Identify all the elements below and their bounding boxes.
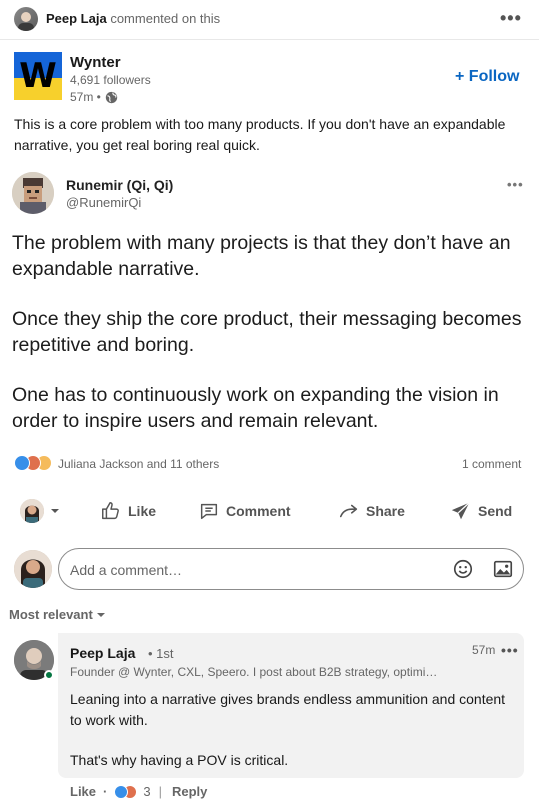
comment-placeholder: Add a comment… — [70, 562, 183, 578]
tweet-paragraph: The problem with many projects is that t… — [12, 232, 511, 280]
globe-icon — [105, 91, 118, 103]
company-name[interactable]: Wynter — [70, 54, 121, 71]
share-button[interactable]: Share — [338, 492, 405, 530]
reaction-identity-selector[interactable] — [20, 492, 66, 530]
thumbs-up-icon — [102, 502, 119, 520]
comment-count[interactable]: 1 comment — [462, 457, 521, 471]
logo-letter: W — [19, 56, 57, 96]
comment-paragraph: Leaning into a narrative gives brands en… — [70, 691, 506, 728]
share-label: Share — [366, 503, 405, 519]
send-label: Send — [478, 503, 513, 519]
caret-down-icon — [51, 509, 59, 513]
company-logo[interactable]: W — [14, 52, 62, 100]
tweet-body: The problem with many projects is that t… — [12, 230, 527, 458]
comment-paragraph: That's why having a POV is critical. — [70, 752, 289, 768]
comment-text: Leaning into a narrative gives brands en… — [70, 689, 510, 790]
paper-plane-icon — [451, 502, 470, 520]
connection-degree: • 1st — [148, 646, 174, 661]
tweet-author-name: Runemir (Qi, Qi) — [66, 177, 174, 193]
follower-count: 4,691 followers — [70, 73, 151, 87]
comment-label: Comment — [226, 503, 291, 519]
tweet-author-avatar — [12, 172, 54, 214]
commenter-name[interactable]: Peep Laja — [70, 645, 135, 661]
online-status-dot — [44, 670, 54, 680]
share-arrow-icon — [339, 504, 358, 518]
commenter-headline: Founder @ Wynter, CXL, Speero. I post ab… — [70, 665, 438, 679]
image-icon[interactable] — [492, 558, 514, 580]
actor-name[interactable]: Peep Laja — [46, 11, 107, 26]
reaction-icons[interactable] — [14, 455, 52, 471]
tweet-paragraph: One has to continuously work on expandin… — [12, 384, 499, 432]
divider: | — [158, 784, 162, 799]
post-time: 57m • — [70, 90, 118, 104]
like-reaction-icon — [114, 784, 129, 799]
separator-dot: · — [103, 784, 108, 799]
speech-bubble-icon — [200, 503, 218, 520]
comment-time: 57m — [472, 643, 496, 657]
like-reaction-icon — [14, 455, 30, 471]
activity-action: commented on this — [110, 11, 221, 26]
reply-button[interactable]: Reply — [172, 784, 207, 799]
sort-label: Most relevant — [9, 607, 93, 622]
comment-button[interactable]: Comment — [198, 492, 291, 530]
post-time-text: 57m • — [70, 90, 101, 104]
comment-reaction-count[interactable]: 3 — [143, 784, 150, 799]
activity-text: Peep Laja commented on this — [46, 11, 220, 26]
send-button[interactable]: Send — [450, 492, 512, 530]
tweet-menu-icon: ••• — [507, 177, 524, 192]
reactions-summary[interactable]: Juliana Jackson and 11 others — [58, 457, 219, 471]
post-text: This is a core problem with too many pro… — [14, 116, 506, 153]
follow-button[interactable]: + Follow — [455, 68, 519, 86]
caret-down-icon — [96, 612, 105, 617]
sort-dropdown[interactable]: Most relevant — [9, 607, 106, 622]
tweet-author-handle: @RunemirQi — [66, 195, 142, 210]
emoji-icon[interactable] — [452, 558, 474, 580]
comment-actions: Like · 3 | Reply — [70, 784, 207, 799]
like-label: Like — [128, 503, 157, 519]
identity-avatar — [20, 499, 44, 523]
comment-like-button[interactable]: Like — [70, 784, 96, 799]
action-bar: Like Comment Share Send — [0, 492, 539, 532]
like-button[interactable]: Like — [100, 492, 156, 530]
post-menu-icon[interactable]: ••• — [500, 9, 522, 27]
actor-avatar[interactable] — [14, 7, 38, 31]
tweet-paragraph: Once they ship the core product, their m… — [12, 308, 522, 356]
current-user-avatar — [14, 550, 52, 588]
comment-menu-icon[interactable]: ••• — [501, 643, 519, 657]
